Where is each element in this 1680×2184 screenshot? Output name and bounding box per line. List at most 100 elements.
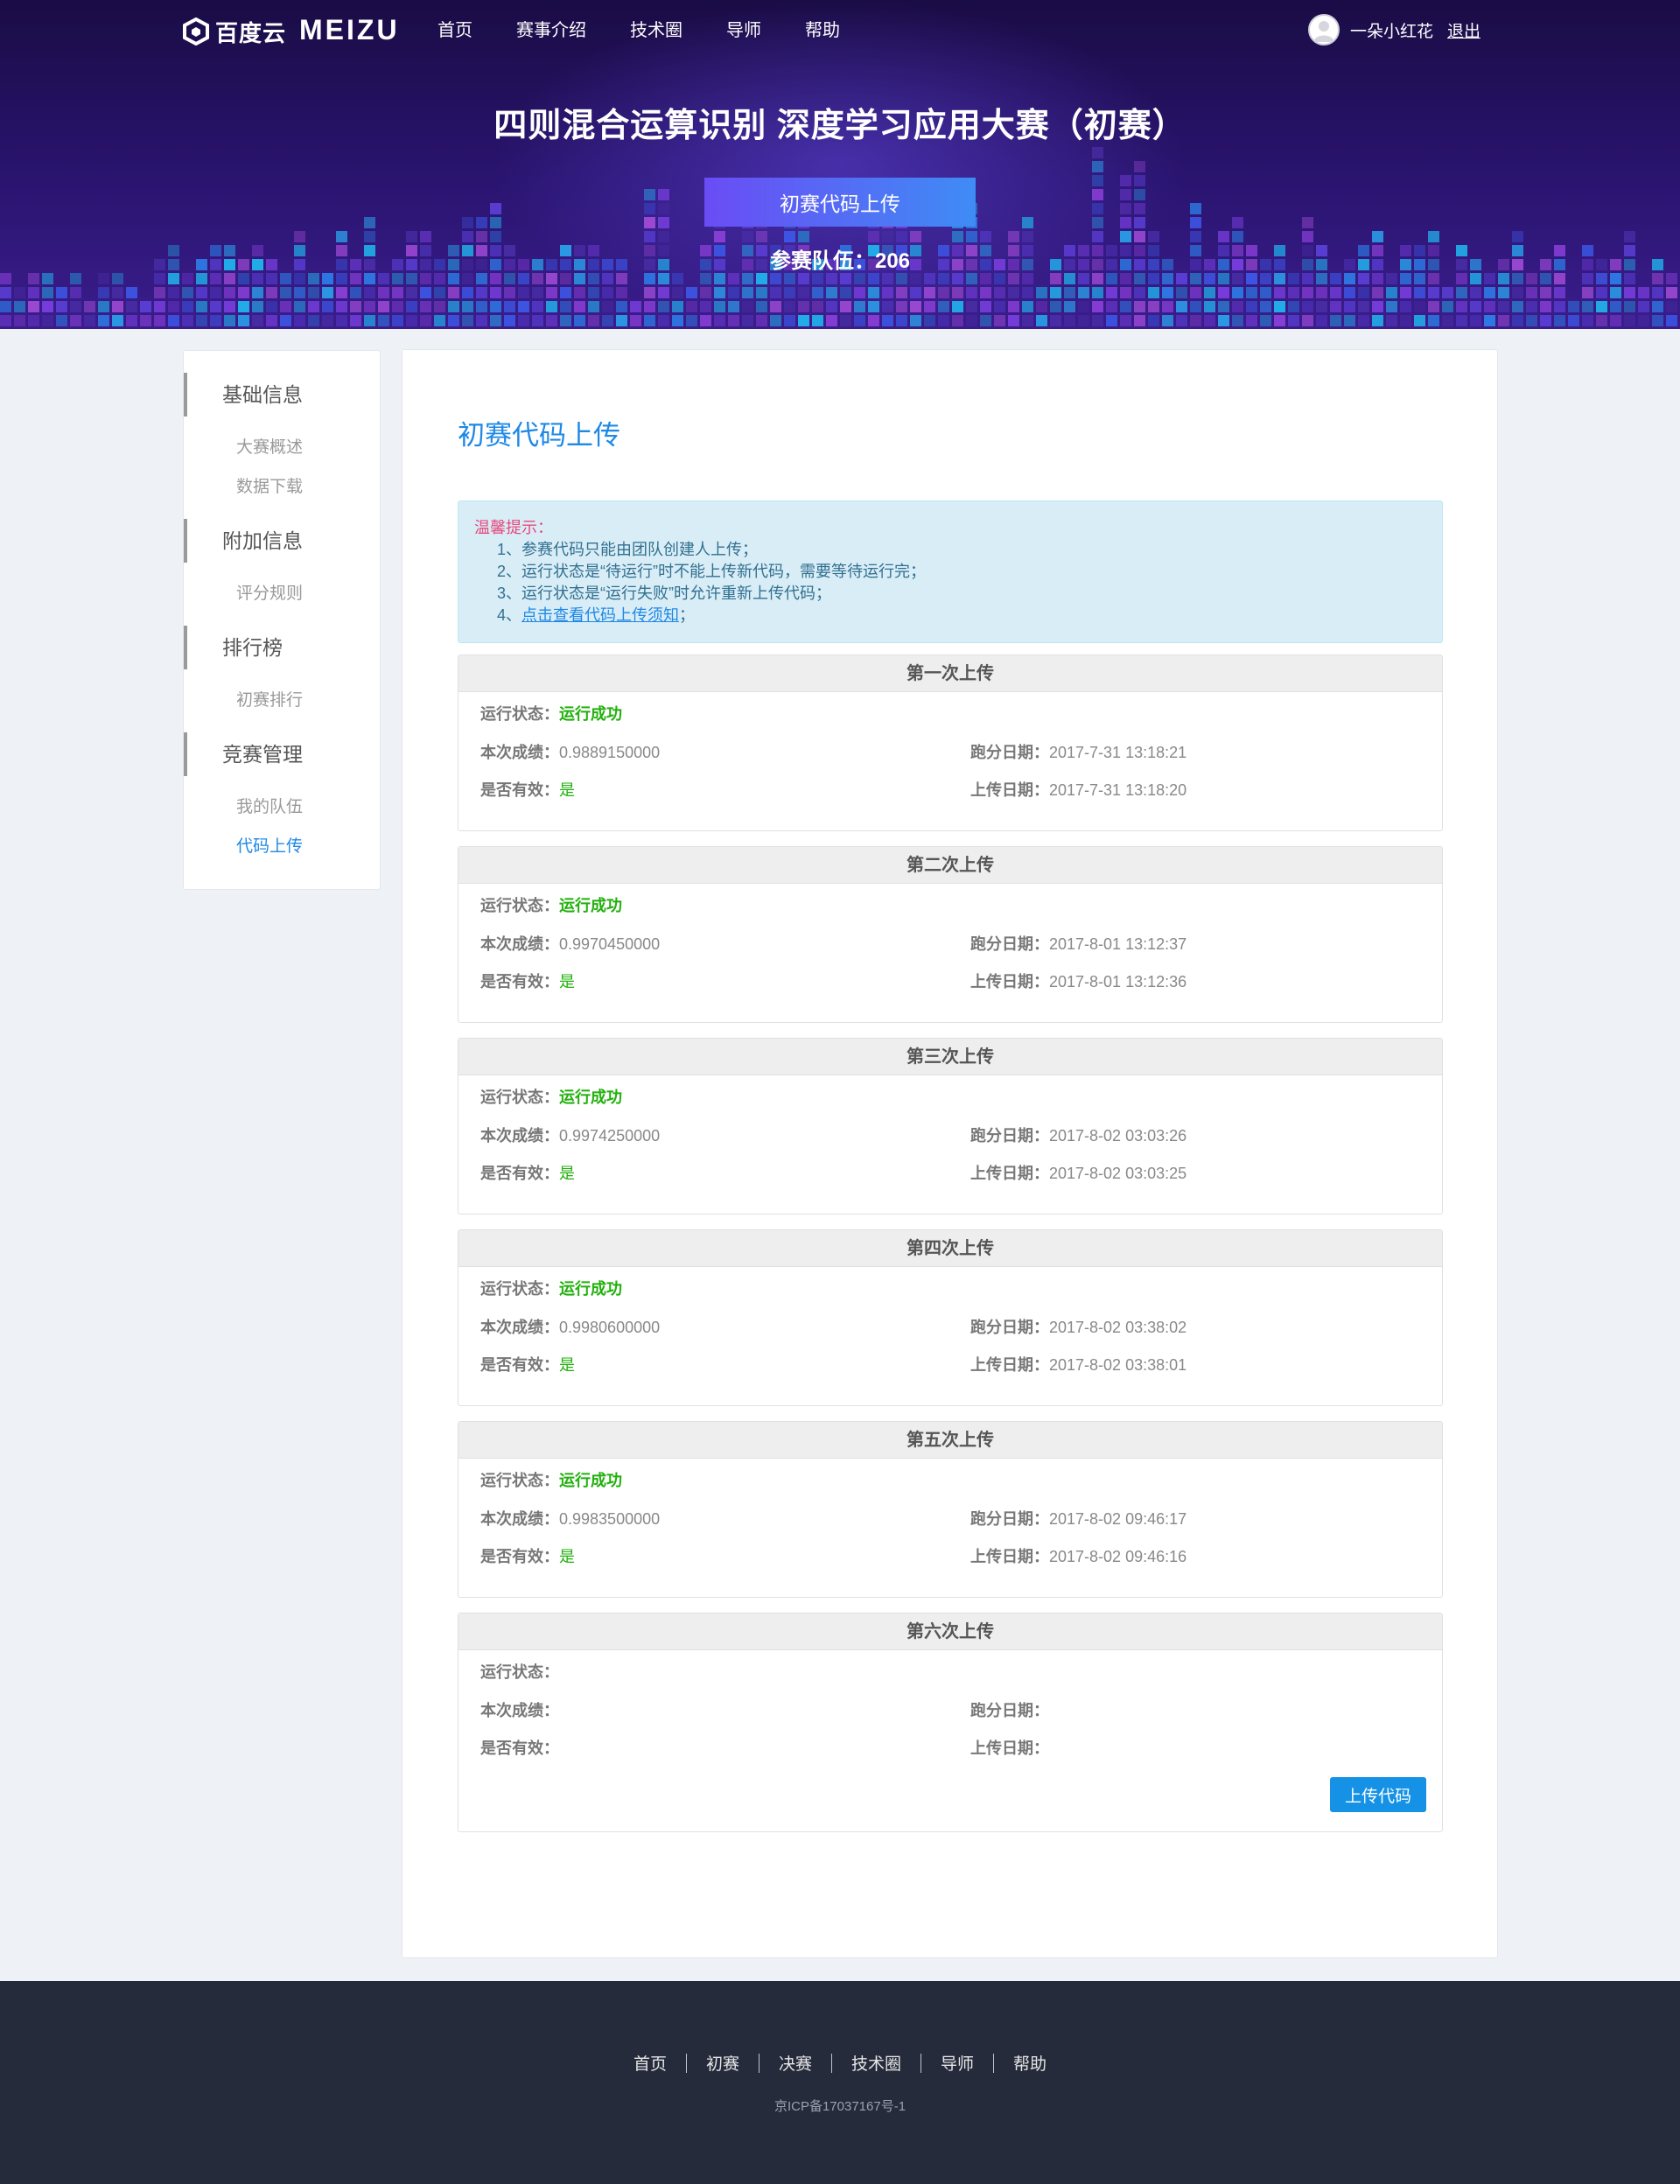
pixel-cell: [1456, 301, 1467, 312]
user-name[interactable]: 一朵小红花: [1350, 18, 1433, 42]
pixel-cell: [560, 315, 571, 326]
pixel-cell: [1428, 301, 1439, 312]
sidebar-item-preliminary-ranking[interactable]: 初赛排行: [236, 689, 303, 713]
pixel-cell: [952, 287, 963, 298]
pixel-cell: [798, 315, 809, 326]
footer-link-home[interactable]: 首页: [614, 2051, 686, 2075]
pixel-cell: [644, 273, 655, 284]
pixel-cell: [672, 315, 683, 326]
pixel-cell: [910, 273, 921, 284]
valid-value: 是: [559, 1356, 575, 1374]
pixel-cell: [294, 301, 305, 312]
valid-label: 是否有效：: [480, 1356, 559, 1374]
upload-date-label: 上传日期：: [970, 1740, 1049, 1757]
pixel-cell: [252, 315, 263, 326]
pixel-cell: [1134, 315, 1145, 326]
sidebar-item-data-download[interactable]: 数据下载: [236, 475, 303, 500]
footer-link-mentor[interactable]: 导师: [921, 2051, 993, 2075]
pixel-cell: [1302, 217, 1313, 228]
pixel-cell: [1162, 315, 1173, 326]
pixel-cell: [140, 301, 151, 312]
icp-license: 京ICP备17037167号-1: [774, 2099, 906, 2114]
pixel-cell: [770, 315, 781, 326]
run-date-value: 2017-8-01 13:12:37: [1049, 935, 1187, 953]
pixel-cell: [1484, 301, 1495, 312]
pixel-cell: [1162, 273, 1173, 284]
pixel-cell: [1498, 287, 1509, 298]
pixel-cell: [728, 287, 739, 298]
meizu-logo[interactable]: MEIZU: [299, 14, 400, 46]
status-label: 运行状态：: [480, 705, 559, 723]
pixel-cell: [0, 315, 11, 326]
valid-value: 是: [559, 1165, 575, 1182]
pixel-cell: [658, 203, 669, 214]
pixel-cell: [378, 287, 389, 298]
status-value: 运行成功: [559, 705, 622, 723]
pixel-cell: [364, 315, 375, 326]
pixel-cell: [700, 301, 711, 312]
pixel-cell: [1288, 273, 1299, 284]
nav-tech[interactable]: 技术圈: [630, 18, 682, 44]
pixel-cell: [560, 287, 571, 298]
upload-record-title: 第六次上传: [458, 1614, 1442, 1650]
pixel-cell: [28, 301, 39, 312]
pixel-cell: [1652, 287, 1663, 298]
pixel-cell: [1652, 301, 1663, 312]
sidebar-item-code-upload[interactable]: 代码上传: [236, 835, 303, 859]
upload-date-row: 上传日期：2017-8-02 09:46:16: [970, 1544, 1186, 1569]
pixel-cell: [910, 315, 921, 326]
upload-date-row: 上传日期：2017-8-01 13:12:36: [970, 970, 1186, 994]
pixel-cell: [1540, 273, 1551, 284]
footer-link-final[interactable]: 决赛: [760, 2051, 831, 2075]
pixel-cell: [938, 287, 949, 298]
pixel-cell: [1624, 287, 1635, 298]
upload-code-button[interactable]: 上传代码: [1330, 1777, 1426, 1812]
footer-link-tech[interactable]: 技术圈: [832, 2051, 920, 2075]
run-date-label: 跑分日期：: [970, 1127, 1049, 1144]
pixel-cell: [896, 273, 907, 284]
pixel-cell: [910, 287, 921, 298]
pixel-cell: [1582, 315, 1593, 326]
pixel-cell: [336, 231, 347, 242]
logout-link[interactable]: 退出: [1447, 18, 1480, 42]
preliminary-upload-button[interactable]: 初赛代码上传: [704, 178, 976, 227]
sidebar-item-scoring-rules[interactable]: 评分规则: [236, 582, 303, 606]
pixel-cell: [798, 273, 809, 284]
pixel-cell: [322, 273, 333, 284]
nav-home[interactable]: 首页: [438, 18, 472, 44]
pixel-cell: [1050, 273, 1061, 284]
avatar[interactable]: [1307, 14, 1340, 46]
pixel-cell: [1092, 287, 1103, 298]
footer-link-help[interactable]: 帮助: [994, 2051, 1066, 2075]
score-label: 本次成绩：: [480, 1510, 559, 1528]
pixel-cell: [448, 273, 459, 284]
status-row: 运行状态：运行成功: [480, 893, 622, 918]
pixel-cell: [1092, 189, 1103, 200]
footer-links: 首页 初赛 决赛 技术圈 导师 帮助: [0, 2051, 1680, 2075]
pixel-cell: [1470, 273, 1481, 284]
pixel-cell: [476, 273, 487, 284]
pixel-cell: [168, 287, 179, 298]
baidu-cloud-logo[interactable]: 百度云: [182, 16, 286, 47]
pixel-cell: [1120, 315, 1131, 326]
sidebar-item-overview[interactable]: 大赛概述: [236, 436, 303, 460]
pixel-cell: [1624, 273, 1635, 284]
page-title: 四则混合运算识别 深度学习应用大赛（初赛）: [494, 108, 1186, 144]
footer: 首页 初赛 决赛 技术圈 导师 帮助 京ICP备17037167号-1: [0, 1981, 1680, 2184]
pixel-cell: [70, 287, 81, 298]
pixel-cell: [336, 301, 347, 312]
pixel-cell: [1400, 287, 1411, 298]
pixel-cell: [490, 231, 501, 242]
nav-mentor[interactable]: 导师: [726, 18, 761, 44]
pixel-cell: [1512, 287, 1523, 298]
pixel-cell: [518, 273, 529, 284]
footer-link-preliminary[interactable]: 初赛: [687, 2051, 759, 2075]
sidebar-item-my-team[interactable]: 我的队伍: [236, 795, 303, 820]
pixel-cell: [1008, 315, 1019, 326]
upload-guide-link[interactable]: 点击查看代码上传须知: [522, 606, 679, 624]
nav-intro[interactable]: 赛事介绍: [516, 18, 586, 44]
pixel-cell: [1064, 287, 1075, 298]
nav-help[interactable]: 帮助: [805, 18, 840, 44]
pixel-cell: [392, 315, 403, 326]
pixel-cell: [1050, 301, 1061, 312]
